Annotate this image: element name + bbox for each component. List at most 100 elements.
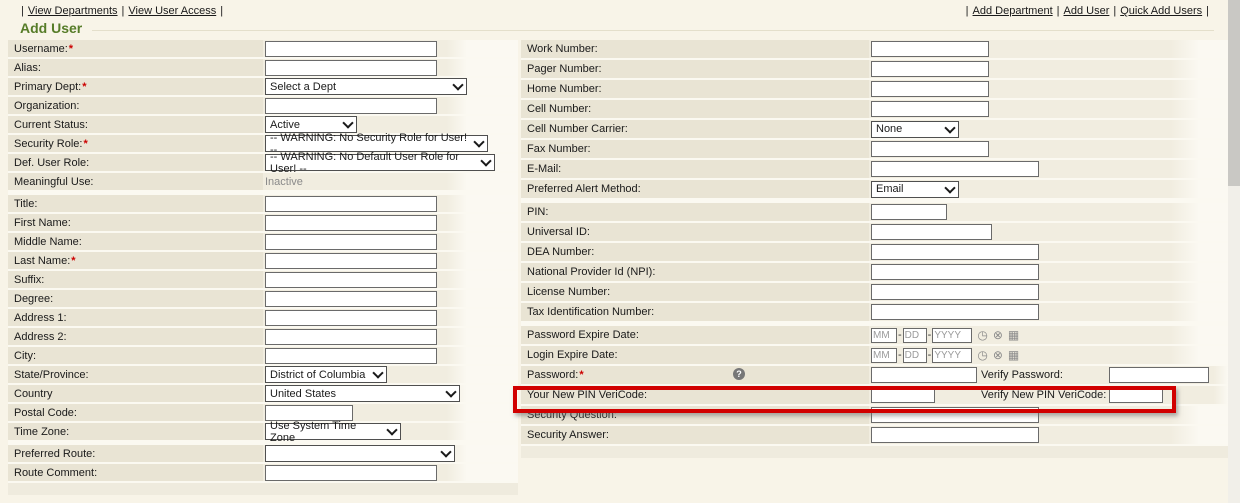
field-label-cell: License Number:: [521, 283, 869, 301]
def-user-role-row: Def. User Role:-- WARNING: No Default Us…: [8, 154, 518, 171]
pin-vericode-input[interactable]: [871, 387, 935, 403]
address-1-input[interactable]: [265, 310, 437, 326]
page-title: Add User: [20, 20, 82, 36]
title-row: Title:: [8, 195, 518, 212]
nav-link[interactable]: Add User: [1064, 5, 1110, 17]
organization-input[interactable]: [265, 98, 437, 114]
nav-link[interactable]: View Departments: [28, 5, 118, 17]
verify-password-input[interactable]: [1109, 367, 1209, 383]
field-label-cell: Time Zone:: [8, 423, 263, 440]
def-user-role-select[interactable]: -- WARNING: No Default User Role for Use…: [265, 154, 495, 171]
field-value-cell: Active: [263, 116, 518, 133]
first-name-input[interactable]: [265, 215, 437, 231]
npi-input[interactable]: [871, 264, 1039, 280]
suffix-input[interactable]: [265, 272, 437, 288]
field-label-cell: Address 2:: [8, 328, 263, 345]
field-label: Password:: [527, 369, 578, 381]
current-status-row: Current Status: Active: [8, 116, 518, 133]
left-form-panel: Username:*Alias:Primary Dept:*Select a D…: [8, 40, 518, 495]
chevron-down-icon: [372, 367, 383, 378]
address-2-row: Address 2:: [8, 328, 518, 345]
field-label: Last Name:: [14, 255, 70, 267]
vertical-scrollbar[interactable]: [1228, 0, 1240, 503]
primary-dept-select[interactable]: Select a Dept: [265, 78, 467, 95]
work-number-input[interactable]: [871, 41, 989, 57]
route-comment-input[interactable]: [265, 465, 437, 481]
username-input[interactable]: [265, 41, 437, 57]
pin-input[interactable]: [871, 204, 947, 220]
login-expire-date-dd-input[interactable]: [903, 348, 927, 363]
clear-icon[interactable]: ⊗: [993, 328, 1003, 342]
clock-icon[interactable]: ◷: [977, 328, 987, 342]
security-answer-row: Security Answer:: [521, 426, 1228, 444]
field-value-cell: [869, 243, 1228, 261]
field-label: Suffix:: [14, 274, 44, 286]
username-row: Username:*: [8, 40, 518, 57]
address-2-input[interactable]: [265, 329, 437, 345]
cell-number-input[interactable]: [871, 101, 989, 117]
field-value-cell: [263, 233, 518, 250]
password-expire-date-dd-input[interactable]: [903, 328, 927, 343]
select-value: -- WARNING: No Default User Role for Use…: [270, 151, 476, 175]
password-input[interactable]: [871, 367, 977, 383]
fax-number-input[interactable]: [871, 141, 989, 157]
tax-identification-number-input[interactable]: [871, 304, 1039, 320]
cell-number-carrier-select[interactable]: None: [871, 121, 959, 138]
field-label: Tax Identification Number:: [527, 306, 654, 318]
home-number-input[interactable]: [871, 81, 989, 97]
required-asterisk: *: [83, 138, 87, 150]
field-value-cell: Use System Time Zone: [263, 423, 518, 440]
login-expire-date-yyyy-input[interactable]: [932, 348, 972, 363]
dea-number-input[interactable]: [871, 244, 1039, 260]
nav-link[interactable]: Quick Add Users: [1120, 5, 1202, 17]
time-zone-select[interactable]: Use System Time Zone: [265, 423, 401, 440]
field-label: Preferred Route:: [14, 448, 95, 460]
alias-input[interactable]: [265, 60, 437, 76]
scrollbar-thumb[interactable]: [1228, 0, 1240, 186]
state-province-select[interactable]: District of Columbia: [265, 366, 387, 383]
field-label: Security Role:: [14, 138, 82, 150]
title-input[interactable]: [265, 196, 437, 212]
password-expire-date-yyyy-input[interactable]: [932, 328, 972, 343]
e-mail-input[interactable]: [871, 161, 1039, 177]
password-expire-date-mm-input[interactable]: [871, 328, 897, 343]
current-status-select[interactable]: Active: [265, 116, 357, 133]
security-question-input[interactable]: [871, 407, 1039, 423]
calendar-icon[interactable]: ▦: [1008, 328, 1019, 342]
middle-name-input[interactable]: [265, 234, 437, 250]
calendar-icon[interactable]: ▦: [1008, 348, 1019, 362]
city-input[interactable]: [265, 348, 437, 364]
country-select[interactable]: United States: [265, 385, 460, 402]
preferred-route-select[interactable]: [265, 445, 455, 462]
postal-code-input[interactable]: [265, 405, 353, 421]
clock-icon[interactable]: ◷: [977, 348, 987, 362]
help-icon[interactable]: ?: [733, 368, 745, 380]
last-name-input[interactable]: [265, 253, 437, 269]
license-number-input[interactable]: [871, 284, 1039, 300]
login-expire-date-mm-input[interactable]: [871, 348, 897, 363]
field-label: E-Mail:: [527, 163, 561, 175]
verify-pin-vericode-input[interactable]: [1109, 387, 1163, 403]
preferred-alert-method-select[interactable]: Email: [871, 181, 959, 198]
required-asterisk: *: [579, 369, 583, 381]
universal-id-input[interactable]: [871, 224, 992, 240]
select-value: Email: [876, 183, 904, 195]
field-value-cell: [869, 223, 1228, 241]
degree-input[interactable]: [265, 291, 437, 307]
required-asterisk: *: [69, 43, 73, 55]
pager-number-input[interactable]: [871, 61, 989, 77]
clear-icon[interactable]: ⊗: [993, 348, 1003, 362]
select-value: District of Columbia: [270, 369, 365, 381]
nav-link[interactable]: Add Department: [973, 5, 1053, 17]
nav-separator: |: [122, 5, 125, 17]
nav-link[interactable]: View User Access: [128, 5, 216, 17]
security-role-select[interactable]: -- WARNING: No Security Role for User! -…: [265, 135, 488, 152]
chevron-down-icon: [386, 424, 397, 435]
security-answer-input[interactable]: [871, 427, 1039, 443]
field-value-cell: [263, 404, 518, 421]
field-label: Security Answer:: [527, 429, 609, 441]
degree-row: Degree:: [8, 290, 518, 307]
field-value-cell: Verify Password:: [869, 366, 1228, 384]
field-value-cell: [263, 97, 518, 114]
field-label: Current Status:: [14, 119, 88, 131]
